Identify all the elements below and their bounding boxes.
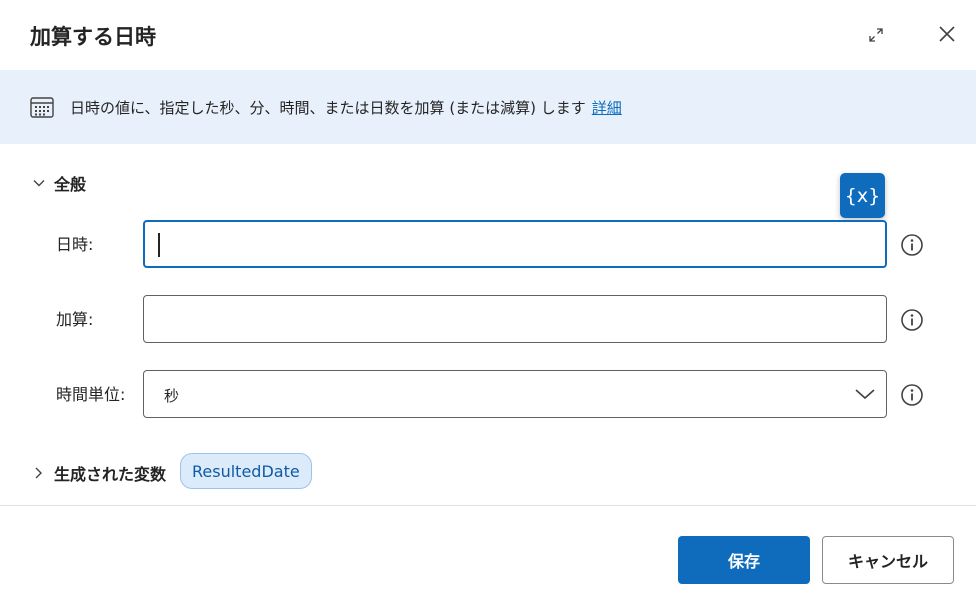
info-icon[interactable] [900,233,924,257]
close-icon [939,26,955,42]
datetime-label: 日時: [56,235,94,254]
cancel-button[interactable]: キャンセル [822,536,954,584]
save-button[interactable]: 保存 [678,536,810,584]
chevron-down-icon [855,389,875,400]
dialog-title: 加算する日時 [30,25,156,49]
info-banner: 日時の値に、指定した秒、分、時間、または日数を加算 (または減算) します 詳細 [0,70,976,144]
details-link[interactable]: 詳細 [592,99,622,117]
resulted-date-chip[interactable]: ResultedDate [180,453,312,489]
footer-divider [0,505,976,506]
info-icon[interactable] [900,383,924,407]
add-input[interactable] [143,295,887,343]
info-icon[interactable] [900,308,924,332]
text-cursor [158,233,160,257]
datetime-input[interactable] [143,220,887,268]
produced-variables-label: 生成された変数 [54,465,167,484]
produced-variables-toggle[interactable]: 生成された変数 [32,461,166,485]
insert-variable-button[interactable]: {x} [840,173,885,218]
add-label: 加算: [56,310,94,329]
close-button[interactable] [934,22,960,46]
general-section-label: 全般 [54,175,87,194]
time-unit-select[interactable]: 秒 [143,370,887,418]
expand-icon [869,28,883,42]
chevron-down-icon [33,180,45,187]
time-unit-label: 時間単位: [56,385,126,404]
banner-text: 日時の値に、指定した秒、分、時間、または日数を加算 (または減算) します [70,99,586,117]
calendar-icon [30,97,54,118]
expand-button[interactable] [864,24,888,46]
general-section-toggle[interactable]: 全般 [32,171,86,195]
chevron-right-icon [35,467,42,479]
time-unit-value: 秒 [164,387,180,405]
